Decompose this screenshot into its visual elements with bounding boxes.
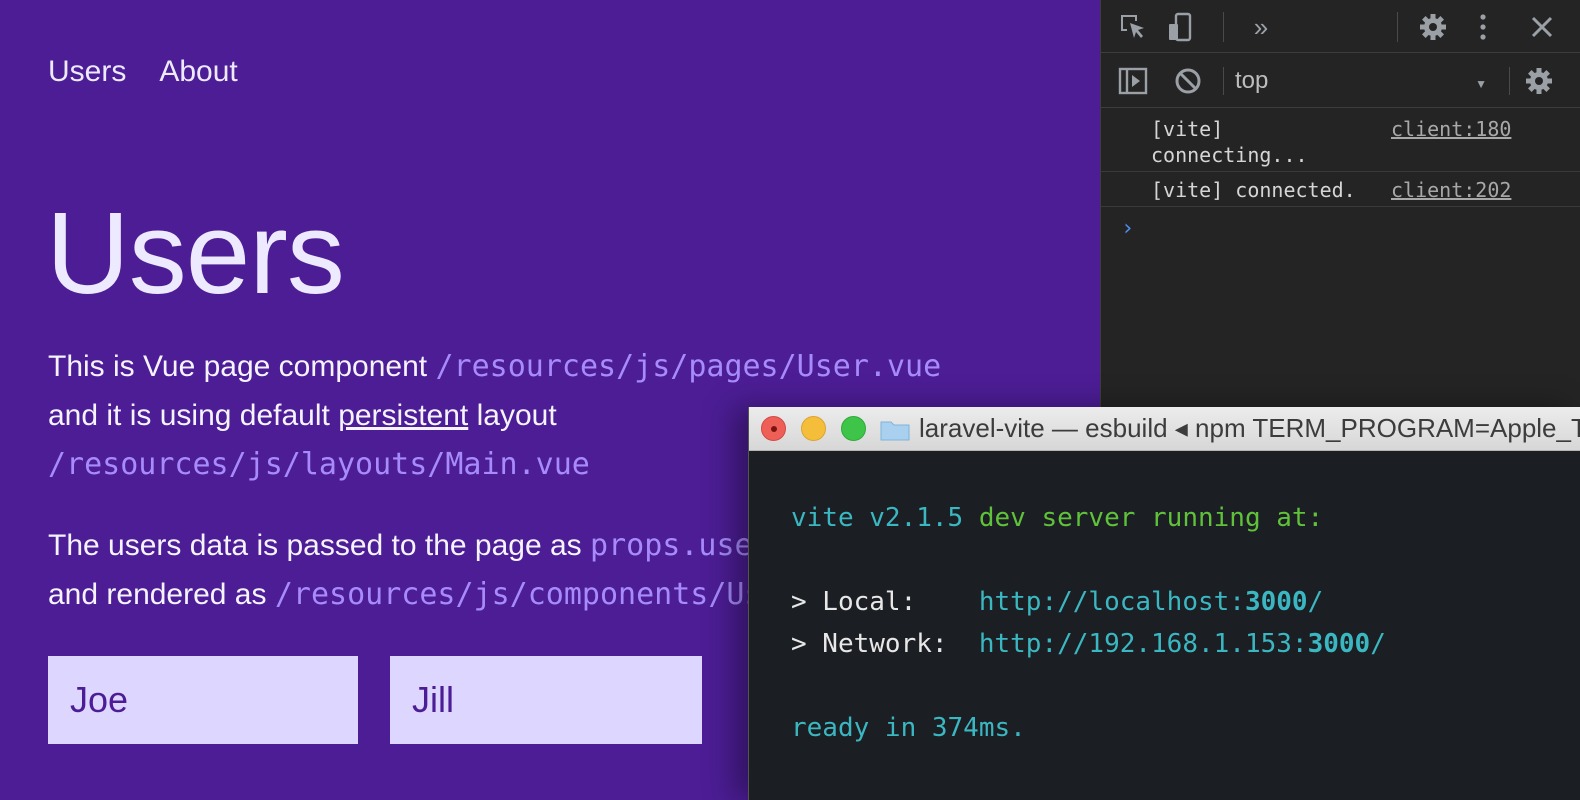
ready-text: ready in 374ms. (791, 713, 1026, 743)
layout-path: /resources/js/layouts/Main.vue (48, 447, 590, 482)
more-tabs-chevron-icon[interactable]: » (1243, 10, 1279, 44)
folder-icon (880, 421, 910, 441)
terminal-title: laravel-vite — esbuild ◂ npm TERM_PROGRA… (919, 413, 1580, 443)
sidebar-toggle-icon[interactable] (1115, 65, 1151, 97)
server-running-text: dev server running at: (963, 503, 1324, 533)
log-message-line: [vite] (1151, 117, 1224, 141)
user-cards: Joe Jill (48, 656, 702, 744)
context-selector[interactable]: top ▼ (1235, 65, 1495, 97)
minimize-window-button[interactable] (801, 416, 826, 441)
console-prompt-icon[interactable]: › (1121, 216, 1134, 241)
console-log-row: [vite] connecting... client:180 (1101, 108, 1580, 172)
terminal-output: vite v2.1.5 dev server running at: > Loc… (791, 497, 1386, 749)
kebab-menu-icon[interactable] (1473, 10, 1493, 44)
local-label: > Local: (791, 587, 979, 617)
intro-text-3: layout (468, 399, 557, 432)
settings-gear-icon[interactable] (1415, 10, 1451, 44)
clear-console-icon[interactable] (1171, 65, 1205, 97)
devtools-toolbar: » (1101, 0, 1580, 53)
log-source-link[interactable]: client:180 (1391, 117, 1511, 141)
log-message-line: [vite] connected. (1151, 178, 1356, 202)
props-text-1: The users data is passed to the page as (48, 529, 591, 562)
log-source-link[interactable]: client:202 (1391, 178, 1511, 202)
console-settings-gear-icon[interactable] (1521, 65, 1557, 97)
nav-link-users[interactable]: Users (48, 54, 126, 90)
persistent-link[interactable]: persistent (338, 399, 468, 432)
props-text-2: and rendered as (48, 578, 275, 611)
terminal-title-bar[interactable]: laravel-vite — esbuild ◂ npm TERM_PROGRA… (749, 407, 1580, 451)
zoom-window-button[interactable] (841, 416, 866, 441)
intro-text-1: This is Vue page component (48, 350, 436, 383)
network-url[interactable]: http://192.168.1.153:3000/ (979, 629, 1386, 659)
page-component-path: /resources/js/pages/User.vue (435, 349, 942, 384)
network-label: > Network: (791, 629, 979, 659)
nav-link-about[interactable]: About (159, 54, 237, 90)
user-card-joe[interactable]: Joe (48, 656, 358, 744)
inspect-element-icon[interactable] (1115, 10, 1151, 44)
local-url[interactable]: http://localhost:3000/ (979, 587, 1323, 617)
user-card-jill[interactable]: Jill (390, 656, 702, 744)
log-message-line: connecting... (1151, 143, 1308, 167)
terminal-window: laravel-vite — esbuild ◂ npm TERM_PROGRA… (748, 407, 1580, 800)
context-selector-value: top (1235, 67, 1269, 94)
close-window-button[interactable] (761, 416, 786, 441)
main-nav: Users About (48, 54, 238, 90)
console-toolbar: top ▼ (1101, 53, 1580, 108)
vite-version: vite v2.1.5 (791, 503, 964, 533)
intro-text-2: and it is using default (48, 399, 339, 432)
console-log-row: [vite] connected. client:202 (1101, 172, 1580, 207)
close-icon[interactable] (1525, 10, 1559, 44)
device-toolbar-icon[interactable] (1163, 10, 1199, 44)
dropdown-caret-icon: ▼ (1475, 77, 1487, 91)
page-title: Users (46, 188, 345, 318)
